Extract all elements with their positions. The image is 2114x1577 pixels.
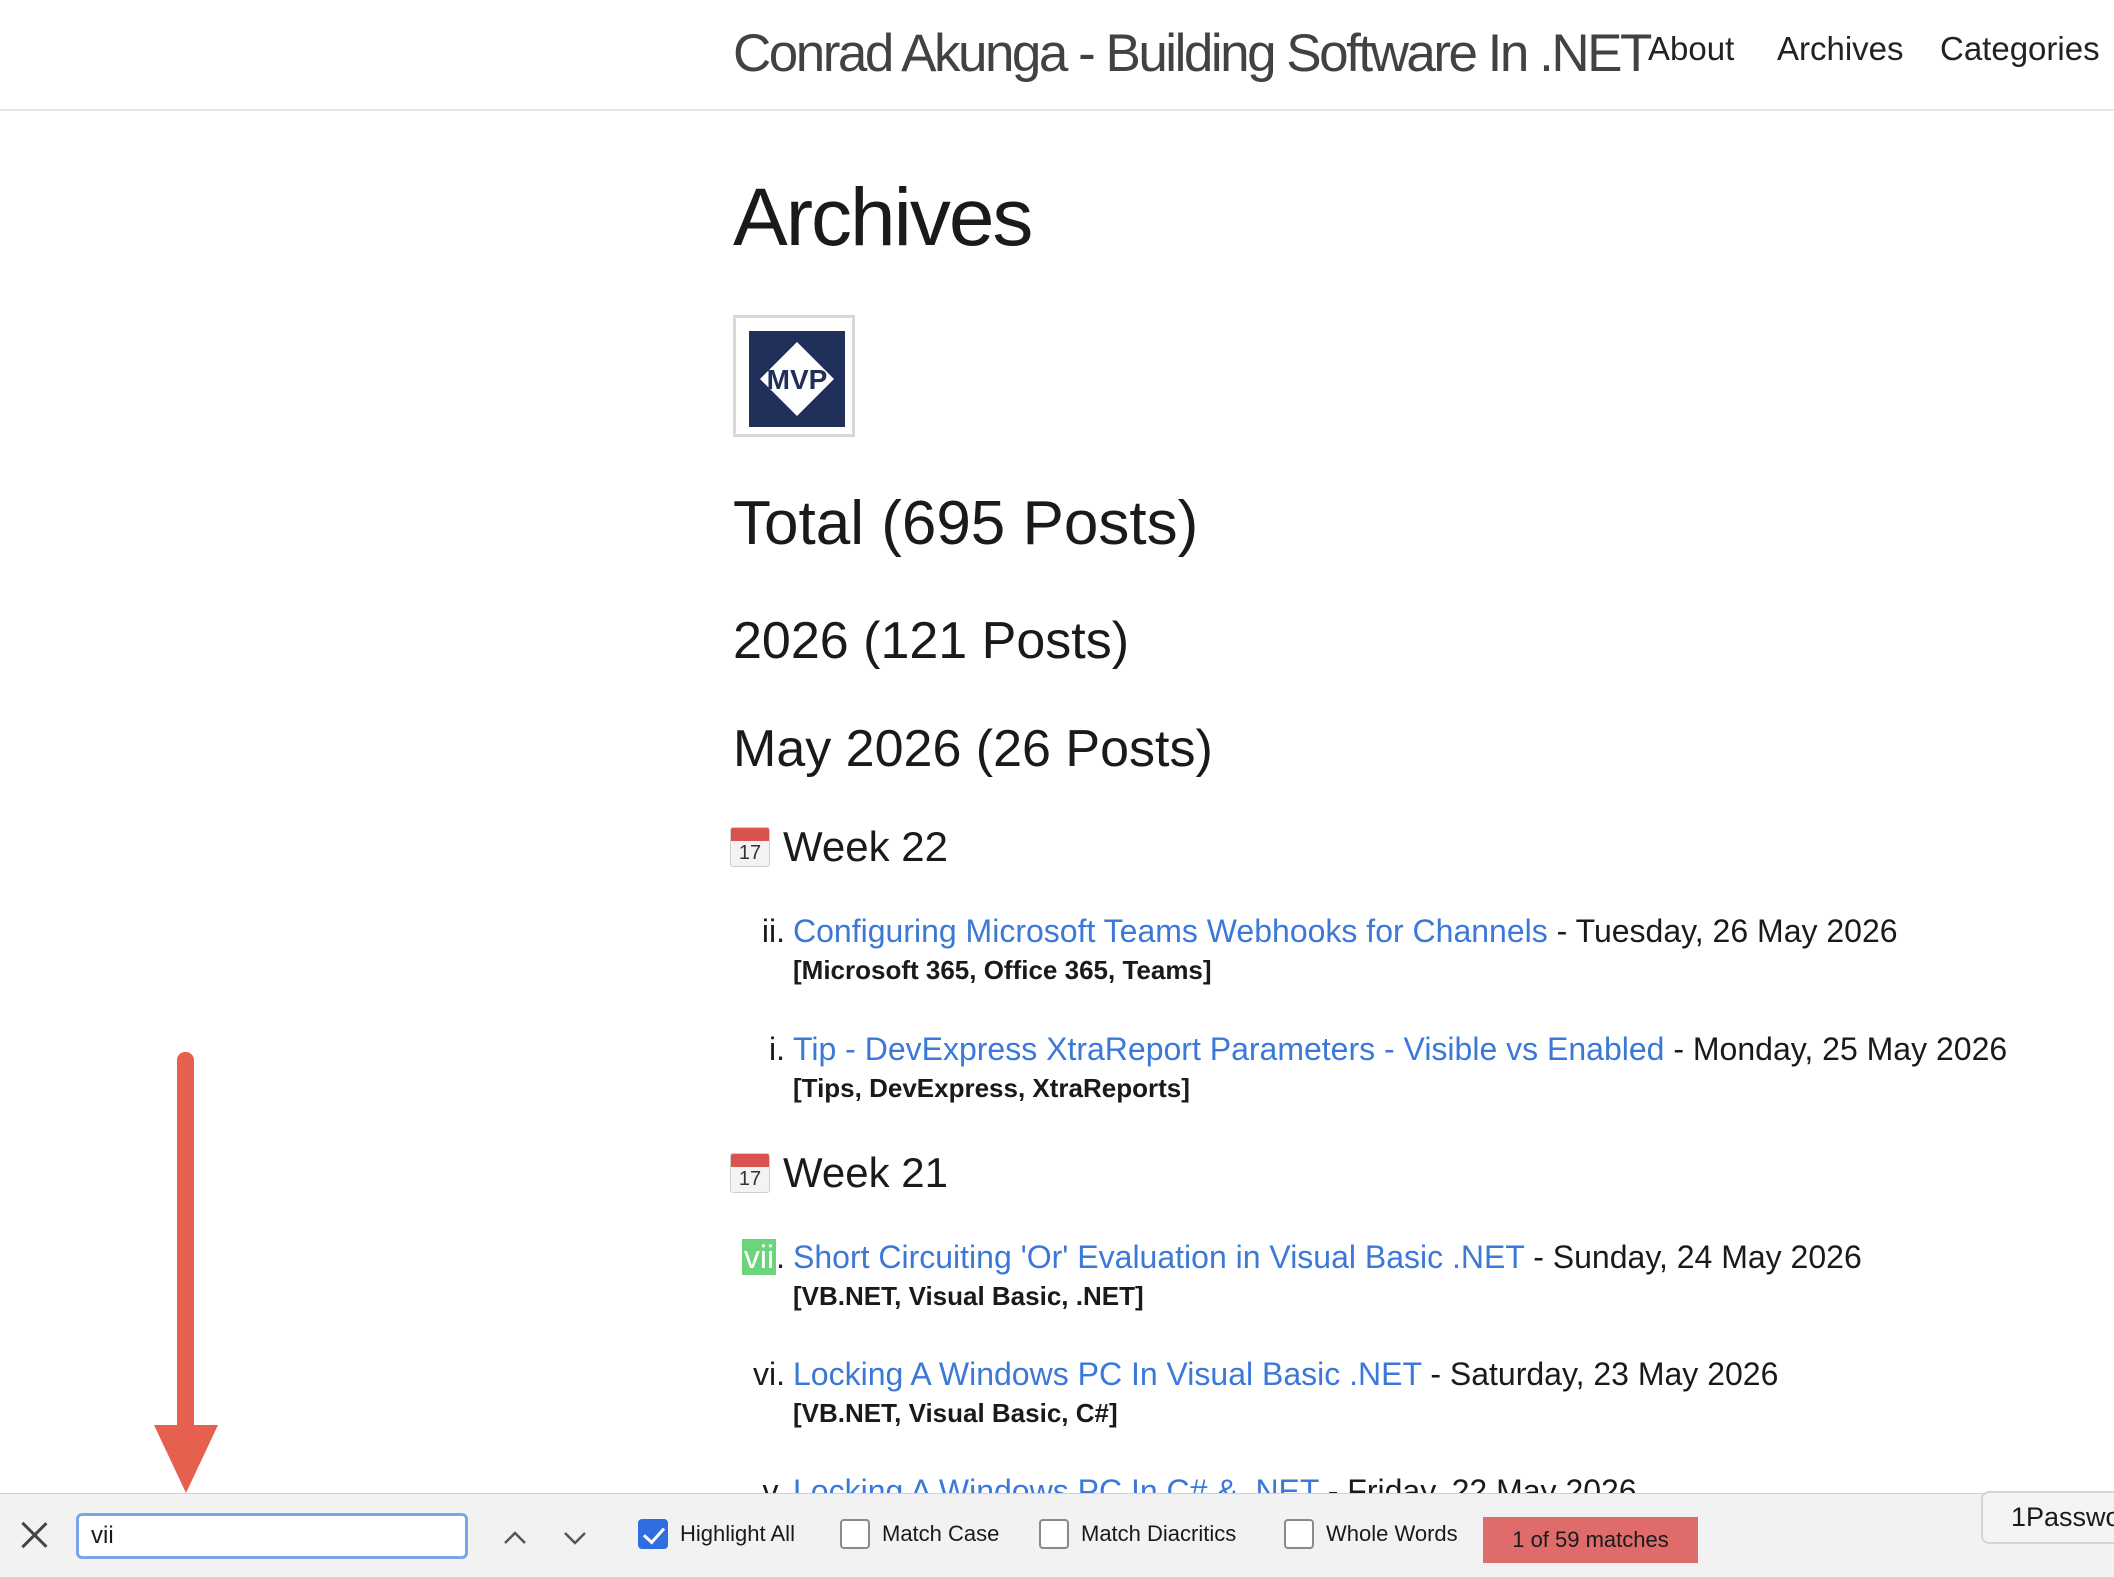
calendar-icon: 17 (730, 1153, 770, 1193)
find-input[interactable] (76, 1513, 468, 1559)
checkbox-label: Match Diacritics (1081, 1521, 1237, 1546)
checkbox-unchecked[interactable] (1039, 1519, 1069, 1549)
post-number: vii. (741, 1239, 785, 1275)
search-match-highlight: vii (741, 1239, 777, 1275)
post-item: vi. Locking A Windows PC In Visual Basic … (753, 1354, 1779, 1430)
checkbox-label: Whole Words (1326, 1521, 1458, 1546)
post-tags: [VB.NET, Visual Basic, .NET] (793, 1281, 1144, 1311)
whole-words-checkbox[interactable]: Whole Words (1284, 1519, 1458, 1549)
post-tags: [Microsoft 365, Office 365, Teams] (793, 955, 1212, 985)
post-tags: [VB.NET, Visual Basic, C#] (793, 1398, 1118, 1428)
site-header: Conrad Akunga - Building Software In .NE… (0, 0, 2114, 111)
month-heading: May 2026 (26 Posts) (733, 720, 1213, 778)
checkbox-checked[interactable] (638, 1519, 668, 1549)
post-tags: [Tips, DevExpress, XtraReports] (793, 1073, 1190, 1103)
post-date: - Sunday, 24 May 2026 (1524, 1239, 1862, 1275)
post-number: i. (769, 1031, 785, 1067)
highlight-all-checkbox[interactable]: Highlight All (638, 1519, 795, 1549)
match-count-badge: 1 of 59 matches (1483, 1517, 1698, 1563)
post-link[interactable]: Locking A Windows PC In Visual Basic .NE… (793, 1356, 1421, 1392)
page-title: Archives (733, 172, 1033, 263)
post-link[interactable]: Short Circuiting 'Or' Evaluation in Visu… (793, 1239, 1524, 1275)
week-heading: 17 Week 22 (730, 822, 948, 872)
post-link[interactable]: Configuring Microsoft Teams Webhooks for… (793, 913, 1548, 949)
week-heading: 17 Week 21 (730, 1148, 948, 1198)
post-item: ii. Configuring Microsoft Teams Webhooks … (762, 911, 1898, 987)
mvp-logo-icon: MVP (760, 342, 834, 416)
checkbox-unchecked[interactable] (840, 1519, 870, 1549)
checkbox-label: Match Case (882, 1521, 1000, 1546)
post-number: ii. (761, 913, 785, 949)
post-number: vi. (753, 1356, 785, 1392)
password-manager-tab[interactable]: 1Passwo (1981, 1491, 2114, 1544)
checkbox-label: Highlight All (680, 1521, 795, 1546)
close-icon[interactable] (18, 1518, 50, 1550)
post-date: - Saturday, 23 May 2026 (1421, 1356, 1779, 1392)
total-posts-heading: Total (695 Posts) (733, 489, 1199, 558)
site-title[interactable]: Conrad Akunga - Building Software In .NE… (733, 22, 1652, 86)
chevron-up-icon[interactable] (502, 1525, 528, 1551)
year-heading: 2026 (121 Posts) (733, 612, 1130, 670)
post-date: - Tuesday, 26 May 2026 (1547, 913, 1898, 949)
post-link[interactable]: Tip - DevExpress XtraReport Parameters -… (793, 1031, 1664, 1067)
post-item: i. Tip - DevExpress XtraReport Parameters… (769, 1029, 2008, 1105)
nav-categories[interactable]: Categories (1940, 30, 2100, 68)
post-item: vii. Short Circuiting 'Or' Evaluation in … (741, 1237, 1862, 1313)
checkbox-unchecked[interactable] (1284, 1519, 1314, 1549)
annotation-arrow-head (154, 1425, 218, 1493)
nav-archives[interactable]: Archives (1777, 30, 1904, 68)
match-case-checkbox[interactable]: Match Case (840, 1519, 999, 1549)
chevron-down-icon[interactable] (562, 1525, 588, 1551)
calendar-icon: 17 (730, 827, 770, 867)
match-diacritics-checkbox[interactable]: Match Diacritics (1039, 1519, 1236, 1549)
week-label: Week 22 (783, 823, 948, 870)
post-date: - Monday, 25 May 2026 (1664, 1031, 2008, 1067)
week-label: Week 21 (783, 1149, 948, 1196)
annotation-arrow-shaft (177, 1052, 194, 1452)
nav-about[interactable]: About (1648, 30, 1734, 68)
mvp-badge-image: MVP (733, 315, 855, 437)
mvp-badge-text: MVP (767, 364, 828, 395)
